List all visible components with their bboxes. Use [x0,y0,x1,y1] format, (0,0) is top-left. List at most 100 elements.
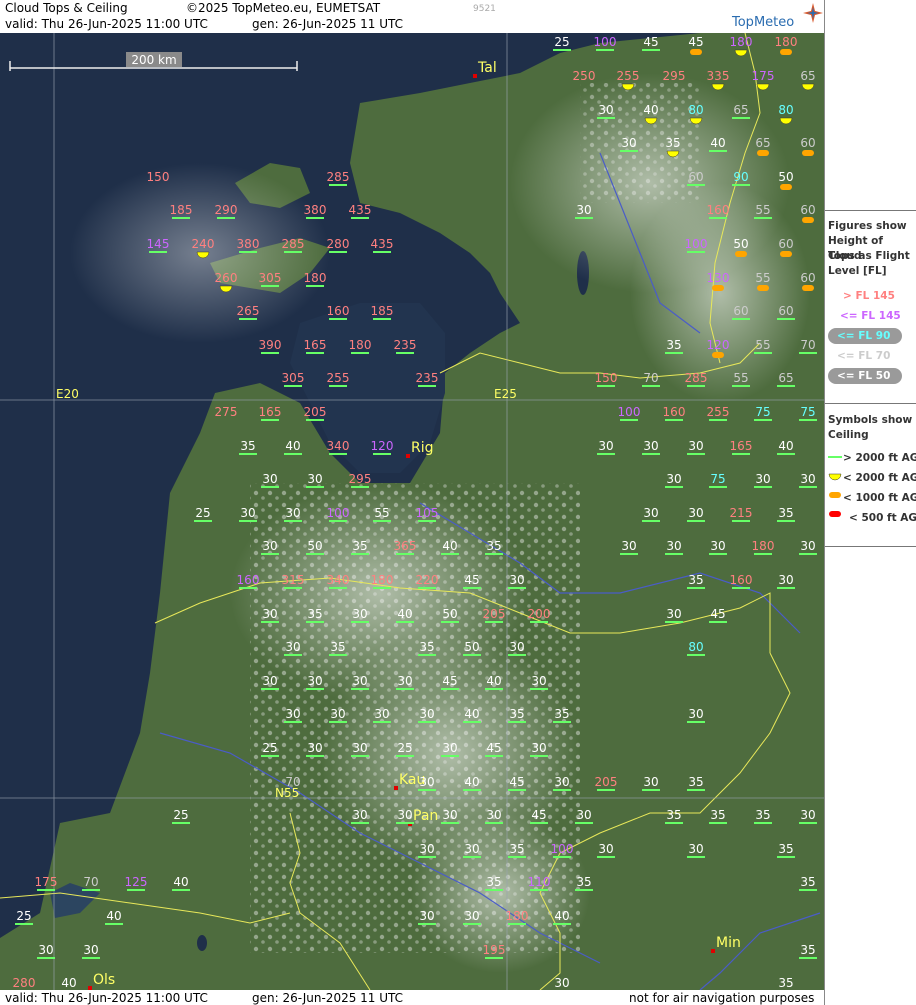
cloud-top-observation: 30 [754,472,772,488]
cloud-top-observation: 100 [685,237,707,253]
city-label: Rig [411,440,434,456]
cloud-top-value: 150 [595,371,618,385]
cloud-top-value: 215 [730,506,753,520]
cloud-top-value: 60 [800,271,815,285]
cloud-top-observation: 30 [261,674,279,690]
cloud-top-value: 180 [304,271,327,285]
cloud-top-observation: 30 [665,539,683,555]
cloud-top-observation: 290 [215,203,237,219]
cloud-top-observation: 340 [327,439,350,455]
satellite-map[interactable]: E20 E25 N55 200 km Tal Rig Kau Pan Min Ols 25… [0,33,824,990]
cloud-top-value: 160 [237,573,260,587]
cloud-top-observation: 80 [688,103,704,125]
cloud-top-observation: 30 [485,808,503,824]
cloud-top-value: 305 [282,371,305,385]
cloud-top-observation: 165 [730,439,752,455]
cloud-top-observation: 180 [304,271,327,287]
cloud-top-observation: 30 [418,707,436,723]
cloud-top-observation: 65 [732,103,750,119]
cloud-top-observation: 55 [754,338,772,354]
cloud-top-value: 435 [349,203,372,217]
cloud-top-observation: 365 [394,539,416,555]
cloud-top-value: 285 [282,237,305,251]
cloud-top-value: 30 [598,103,613,117]
cloud-top-observation: 220 [416,573,438,589]
cloud-top-value: 30 [352,741,367,755]
cloud-top-observation: 30 [284,707,302,723]
cloud-top-observation: 295 [663,69,686,83]
cloud-top-observation: 35 [687,573,705,589]
cloud-top-value: 90 [733,170,748,184]
legend-le-fl50: <= FL 50 [837,370,891,382]
cloud-top-observation: 40 [485,674,503,690]
cloud-top-observation: 30 [261,607,279,623]
cloud-top-value: 390 [259,338,282,352]
cloud-top-observation: 55 [754,203,772,219]
header: Cloud Tops & Ceiling ©2025 TopMeteo.eu, … [0,0,916,33]
disclaimer: not for air navigation purposes [629,991,815,1005]
cloud-top-observation: 125 [125,875,147,891]
cloud-top-observation: 30 [441,808,459,824]
cloud-top-value: 30 [285,707,300,721]
cloud-top-observation: 35 [777,506,795,522]
city-dot [711,949,715,953]
cloud-top-observation: 30 [284,506,302,522]
legend-lt-500: < 500 ft AGL [849,512,916,524]
cloud-top-value: 340 [327,439,350,453]
cloud-top-value: 30 [531,674,546,688]
ceiling-legend: Symbols show Ceiling > 2000 ft AGL < 200… [825,403,916,547]
cloud-top-value: 110 [528,875,551,889]
cloud-top-value: 280 [13,976,36,990]
cloud-top-observation: 30 [284,640,302,656]
ceiling-title-1: Symbols show [828,414,913,426]
cloud-top-value: 30 [688,842,703,856]
cloud-top-value: 30 [262,607,277,621]
cloud-top-observation: 40 [61,976,76,990]
cloud-top-value: 35 [665,136,680,150]
cloud-top-observation: 30 [620,136,638,152]
cloud-top-value: 40 [554,909,569,923]
cloud-top-value: 35 [778,976,793,990]
cloud-top-observation: 30 [642,439,660,455]
cloud-top-value: 30 [352,808,367,822]
cloud-top-observation: 30 [597,439,615,455]
cloud-top-observation: 175 [35,875,57,891]
cloud-top-value: 30 [262,539,277,553]
cloud-top-observation: 60 [732,304,750,320]
cloud-top-value: 50 [733,237,748,251]
cloud-top-value: 30 [643,775,658,789]
cloud-top-observation: 30 [554,976,569,990]
cloud-top-observation: 70 [799,338,817,354]
cloud-top-observation: 305 [282,371,305,387]
cloud-top-value: 30 [598,439,613,453]
city-label: Ols [93,972,115,988]
cloud-top-observation: 35 [687,775,705,791]
cloud-top-observation: 30 [687,439,705,455]
cloud-top-value: 60 [688,170,703,184]
cloud-top-value: 35 [486,875,501,889]
cloud-top-value: 35 [509,842,524,856]
cloud-top-value: 50 [307,539,322,553]
cloud-top-observation: 25 [553,35,571,51]
cloud-top-value: 30 [554,775,569,789]
cloud-top-observation: 150 [595,371,618,387]
cloud-top-observation: 160 [237,573,260,589]
cloud-top-observation: 45 [463,573,481,589]
cloud-top-value: 30 [419,707,434,721]
cloud-top-value: 40 [486,674,501,688]
cloud-top-value: 30 [621,136,636,150]
cloud-top-value: 40 [285,439,300,453]
cloud-top-observation: 30 [777,573,795,589]
cloud-top-value: 265 [237,304,260,318]
cloud-top-observation: 90 [732,170,750,186]
cloud-top-value: 30 [442,808,457,822]
tops-title-4: Level [FL] [828,265,887,277]
cloud-top-value: 30 [509,573,524,587]
cloud-top-observation: 30 [508,640,526,656]
cloud-top-observation: 30 [642,506,660,522]
cloud-top-value: 40 [106,909,121,923]
cloud-top-value: 205 [595,775,618,789]
cloud-top-value: 180 [349,338,372,352]
cloud-top-value: 30 [307,472,322,486]
cloud-top-observation: 30 [463,842,481,858]
